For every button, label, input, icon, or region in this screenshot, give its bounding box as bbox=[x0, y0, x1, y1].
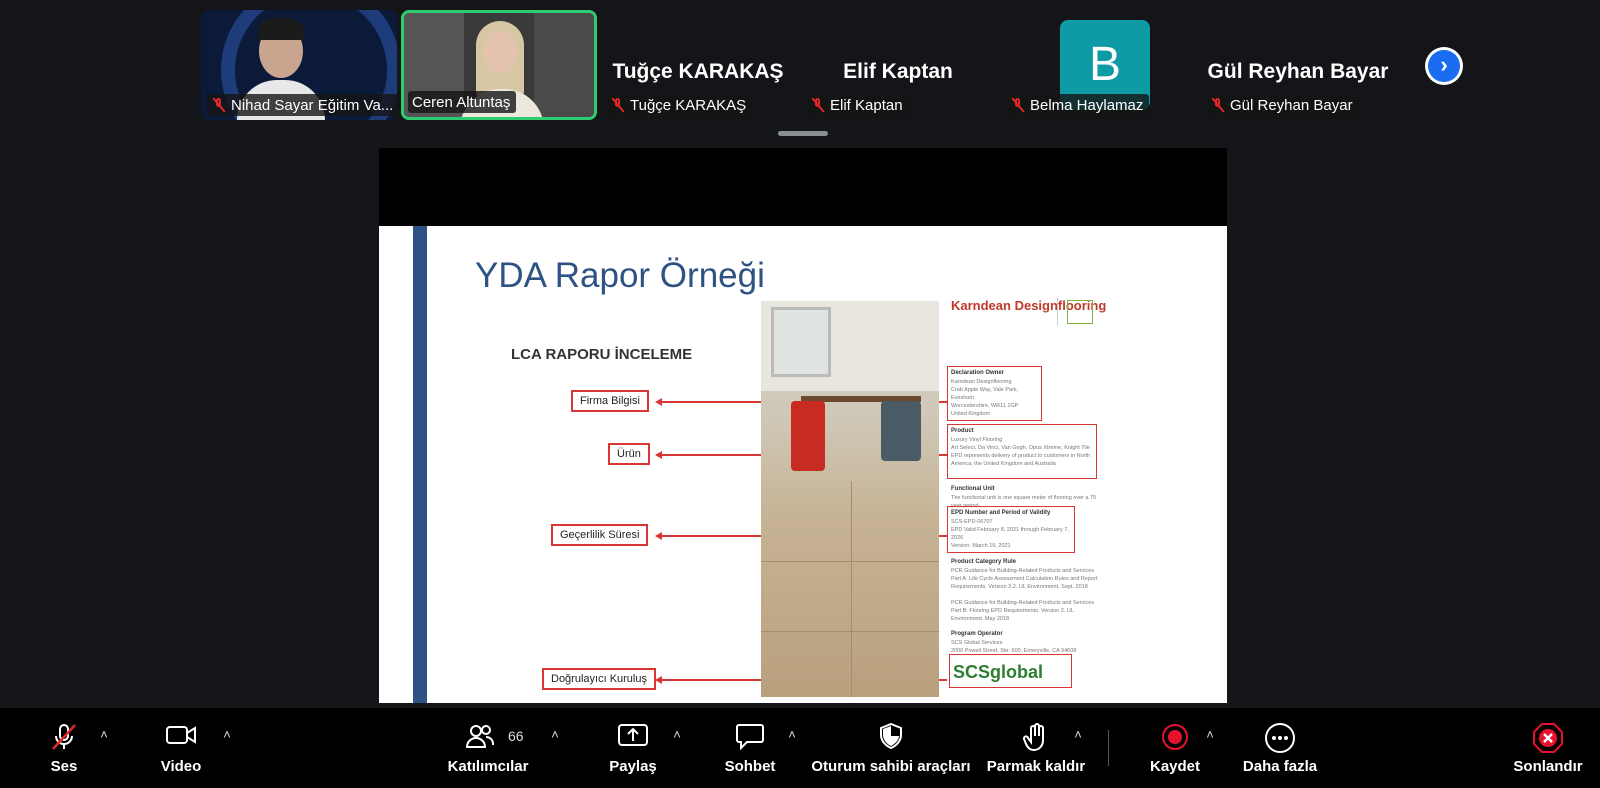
record-icon bbox=[1162, 724, 1188, 750]
participant-name-label: Belma Haylamaz bbox=[1006, 94, 1150, 116]
shield-icon bbox=[880, 722, 902, 750]
audio-button[interactable]: Ses bbox=[30, 708, 98, 788]
participant-tile[interactable]: Tuğçe KARAKAŞ Tuğçe KARAKAŞ bbox=[600, 10, 796, 120]
participant-name-label: Nihad Sayar Eğitim Va... bbox=[207, 94, 397, 116]
muted-mic-icon bbox=[810, 97, 826, 113]
more-button[interactable]: Daha fazla bbox=[1240, 708, 1320, 788]
chevron-right-icon: › bbox=[1428, 50, 1460, 82]
more-dots-icon bbox=[1265, 723, 1295, 753]
record-button[interactable]: Kaydet bbox=[1145, 708, 1205, 788]
callout-gecerlilik-suresi: Geçerlilik Süresi bbox=[551, 524, 649, 546]
reactions-options-caret[interactable]: ˄ bbox=[1071, 728, 1085, 742]
muted-mic-icon bbox=[1210, 97, 1226, 113]
participant-name-label: Ceren Altuntaş bbox=[408, 91, 517, 113]
epd-document: Karndean Designflooring Declaration Owne… bbox=[947, 296, 1127, 703]
share-screen-icon bbox=[618, 724, 648, 746]
meeting-toolbar: Ses ˄ Video ˄ Katılımcılar 66 ˄ Paylaş ˄ bbox=[0, 708, 1600, 788]
participants-count: 66 bbox=[508, 728, 524, 744]
slide-title: YDA Rapor Örneği bbox=[475, 256, 765, 295]
participant-tile[interactable]: Gül Reyhan Bayar Gül Reyhan Bayar bbox=[1200, 10, 1396, 120]
toolbar-divider bbox=[1108, 730, 1109, 766]
chat-options-caret[interactable]: ˄ bbox=[785, 728, 799, 742]
slide-subtitle: LCA RAPORU İNCELEME bbox=[511, 346, 693, 363]
raise-hand-button[interactable]: Parmak kaldır bbox=[987, 708, 1085, 788]
host-tools-button[interactable]: Oturum sahibi araçları bbox=[811, 708, 971, 788]
red-chair bbox=[791, 401, 825, 471]
certification-badge bbox=[1067, 300, 1093, 324]
scs-global-logo: SCSglobal bbox=[949, 654, 1072, 688]
next-participants-button[interactable]: › bbox=[1425, 47, 1463, 85]
audio-options-caret[interactable]: ˄ bbox=[97, 728, 111, 742]
participants-options-caret[interactable]: ˄ bbox=[548, 728, 562, 742]
participant-name-label: Gül Reyhan Bayar bbox=[1206, 94, 1359, 116]
participant-display-name: Tuğçe KARAKAŞ bbox=[612, 60, 784, 83]
muted-mic-icon bbox=[610, 97, 626, 113]
video-options-caret[interactable]: ˄ bbox=[220, 728, 234, 742]
participant-display-name: Gül Reyhan Bayar bbox=[1207, 60, 1389, 83]
callout-dogrulayici-kurulus: Doğrulayıcı Kuruluş bbox=[542, 668, 656, 690]
participant-display-name: Elif Kaptan bbox=[843, 60, 953, 83]
participant-name-label: Tuğçe KARAKAŞ bbox=[606, 94, 753, 116]
participants-button[interactable]: Katılımcılar bbox=[448, 708, 528, 788]
participant-video-tile[interactable]: Nihad Sayar Eğitim Va... bbox=[201, 10, 397, 120]
callout-urun: Ürün bbox=[608, 443, 650, 465]
share-screen-button[interactable]: Paylaş bbox=[605, 708, 661, 788]
participants-icon bbox=[465, 725, 495, 748]
shared-screen: YDA Rapor Örneği LCA RAPORU İNCELEME Fir… bbox=[379, 148, 1227, 703]
muted-mic-icon bbox=[1010, 97, 1026, 113]
video-button[interactable]: Video bbox=[150, 708, 212, 788]
active-speaker-video-tile[interactable]: Ceren Altuntaş bbox=[401, 10, 597, 120]
chat-button[interactable]: Sohbet bbox=[720, 708, 780, 788]
participant-tile[interactable]: Elif Kaptan Elif Kaptan bbox=[800, 10, 996, 120]
muted-mic-icon bbox=[211, 97, 227, 113]
strip-resize-handle[interactable] bbox=[778, 131, 828, 136]
share-options-caret[interactable]: ˄ bbox=[670, 728, 684, 742]
flooring-photo bbox=[761, 301, 939, 697]
record-options-caret[interactable]: ˄ bbox=[1203, 728, 1217, 742]
presentation-slide: YDA Rapor Örneği LCA RAPORU İNCELEME Fir… bbox=[379, 226, 1227, 703]
muted-mic-icon bbox=[52, 724, 76, 750]
callout-firma-bilgisi: Firma Bilgisi bbox=[571, 390, 649, 412]
video-camera-icon bbox=[166, 726, 196, 744]
chat-bubble-icon bbox=[736, 724, 764, 750]
participant-strip: Nihad Sayar Eğitim Va... Ceren Altuntaş … bbox=[0, 0, 1600, 135]
participant-name-label: Elif Kaptan bbox=[806, 94, 909, 116]
raise-hand-icon bbox=[1022, 723, 1044, 752]
slide-accent-bar bbox=[413, 226, 427, 703]
end-meeting-button[interactable]: Sonlandır bbox=[1510, 708, 1586, 788]
end-meeting-icon bbox=[1533, 723, 1563, 753]
